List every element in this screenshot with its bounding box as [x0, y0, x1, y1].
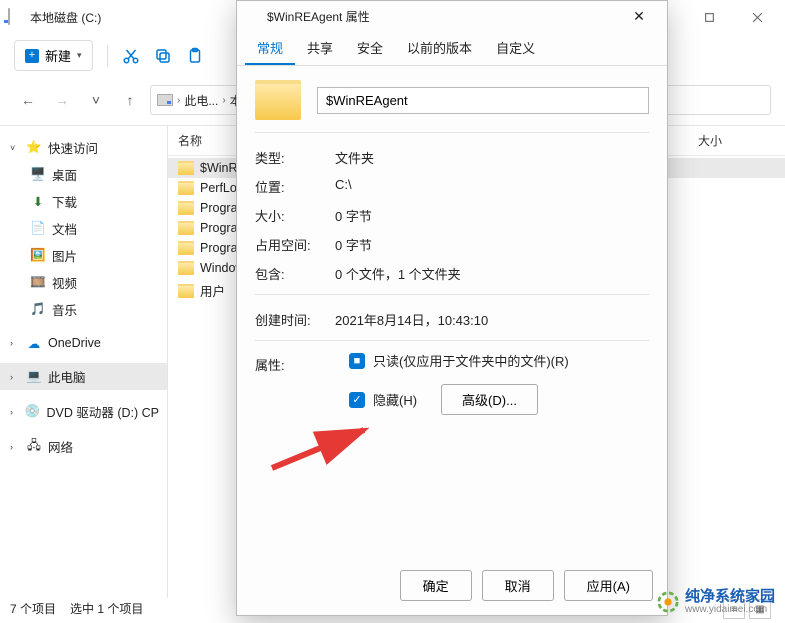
- properties-dialog: $WinREAgent 属性 ✕ 常规 共享 安全 以前的版本 自定义 类型:文…: [236, 0, 668, 616]
- folder-icon: [178, 181, 194, 195]
- col-size[interactable]: 大小: [698, 132, 768, 149]
- label-created: 创建时间:: [255, 310, 335, 329]
- folder-icon: [178, 221, 194, 235]
- value-location: C:\: [335, 177, 649, 196]
- folder-icon: [245, 8, 261, 24]
- watermark-title: 纯净系统家园: [685, 589, 775, 606]
- label-contains: 包含:: [255, 264, 335, 283]
- sidebar-item-onedrive[interactable]: ›☁OneDrive: [0, 331, 167, 355]
- cloud-icon: ☁: [26, 335, 42, 351]
- apply-button[interactable]: 应用(A): [564, 570, 653, 601]
- video-icon: 🎞️: [30, 275, 46, 291]
- advanced-button[interactable]: 高级(D)...: [441, 384, 538, 415]
- chevron-down-icon: ▾: [77, 50, 82, 61]
- value-contains: 0 个文件，1 个文件夹: [335, 264, 649, 283]
- label-type: 类型:: [255, 148, 335, 167]
- chevron-right-icon: ›: [177, 95, 180, 106]
- folder-icon: [178, 284, 194, 298]
- hidden-checkbox[interactable]: ✓: [349, 392, 365, 408]
- value-disk: 0 字节: [335, 235, 649, 254]
- up-arrow-button[interactable]: ↑: [116, 86, 144, 114]
- copy-icon[interactable]: [154, 47, 172, 65]
- maximize-button[interactable]: [689, 3, 729, 31]
- label-size: 大小:: [255, 206, 335, 225]
- new-label: 新建: [45, 46, 71, 65]
- readonly-label: 只读(仅应用于文件夹中的文件)(R): [373, 351, 569, 370]
- folder-name-input[interactable]: [317, 87, 649, 114]
- star-icon: ⭐: [26, 140, 42, 156]
- dialog-title: $WinREAgent 属性: [267, 8, 370, 25]
- tab-general[interactable]: 常规: [245, 31, 295, 65]
- forward-button[interactable]: →: [48, 86, 76, 114]
- tab-previous[interactable]: 以前的版本: [395, 31, 484, 65]
- folder-icon: [178, 261, 194, 275]
- network-icon: 🖧: [26, 439, 42, 455]
- drive-icon: [8, 9, 24, 25]
- up-button[interactable]: ˅: [82, 86, 110, 114]
- hidden-label: 隐藏(H): [373, 390, 417, 409]
- music-icon: 🎵: [30, 302, 46, 318]
- document-icon: 📄: [30, 221, 46, 237]
- watermark-icon: [657, 591, 679, 613]
- pc-icon: 💻: [26, 369, 42, 385]
- value-type: 文件夹: [335, 148, 649, 167]
- picture-icon: 🖼️: [30, 248, 46, 264]
- status-bar: 7 个项目 选中 1 个项目: [10, 600, 143, 617]
- tab-sharing[interactable]: 共享: [295, 31, 345, 65]
- label-disk: 占用空间:: [255, 235, 335, 254]
- plus-icon: +: [25, 49, 39, 63]
- separator: [107, 45, 108, 67]
- folder-icon: [255, 80, 301, 120]
- window-title: 本地磁盘 (C:): [30, 9, 101, 26]
- desktop-icon: 🖥️: [30, 167, 46, 183]
- selected-count: 选中 1 个项目: [70, 600, 143, 617]
- sidebar-item-pictures[interactable]: 🖼️图片: [0, 242, 167, 269]
- sidebar-item-downloads[interactable]: ⬇下载: [0, 188, 167, 215]
- readonly-checkbox[interactable]: ■: [349, 353, 365, 369]
- value-created: 2021年8月14日，10:43:10: [335, 310, 649, 329]
- cancel-button[interactable]: 取消: [482, 570, 554, 601]
- value-size: 0 字节: [335, 206, 649, 225]
- sidebar-item-videos[interactable]: 🎞️视频: [0, 269, 167, 296]
- chevron-right-icon: ›: [222, 95, 225, 106]
- folder-icon: [178, 161, 194, 175]
- label-location: 位置:: [255, 177, 335, 196]
- watermark-url: www.yidaimei.com: [685, 604, 775, 615]
- sidebar-item-dvd[interactable]: ›💿DVD 驱动器 (D:) CP: [0, 398, 167, 425]
- back-button[interactable]: ←: [14, 86, 42, 114]
- sidebar-item-documents[interactable]: 📄文档: [0, 215, 167, 242]
- dvd-icon: 💿: [25, 404, 41, 420]
- new-button[interactable]: + 新建 ▾: [14, 40, 93, 71]
- ok-button[interactable]: 确定: [400, 570, 472, 601]
- tabs: 常规 共享 安全 以前的版本 自定义: [237, 31, 667, 66]
- item-count: 7 个项目: [10, 600, 56, 617]
- drive-icon: [157, 94, 173, 106]
- download-icon: ⬇: [30, 194, 46, 210]
- sidebar-item-network[interactable]: ›🖧网络: [0, 433, 167, 460]
- dialog-footer: 确定 取消 应用(A): [237, 560, 667, 615]
- folder-icon: [178, 241, 194, 255]
- label-attributes: 属性:: [255, 351, 335, 374]
- close-button[interactable]: [737, 3, 777, 31]
- breadcrumb-seg[interactable]: 此电...: [184, 92, 218, 109]
- dialog-titlebar: $WinREAgent 属性 ✕: [237, 1, 667, 31]
- folder-icon: [178, 201, 194, 215]
- dialog-close-button[interactable]: ✕: [619, 2, 659, 30]
- watermark: 纯净系统家园 www.yidaimei.com: [657, 589, 775, 616]
- sidebar-item-quick[interactable]: ˅⭐快速访问: [0, 134, 167, 161]
- sidebar-item-thispc[interactable]: ›💻此电脑: [0, 363, 167, 390]
- paste-icon[interactable]: [186, 47, 204, 65]
- sidebar-item-desktop[interactable]: 🖥️桌面: [0, 161, 167, 188]
- cut-icon[interactable]: [122, 47, 140, 65]
- tab-security[interactable]: 安全: [345, 31, 395, 65]
- tab-custom[interactable]: 自定义: [484, 31, 547, 65]
- sidebar-item-music[interactable]: 🎵音乐: [0, 296, 167, 323]
- sidebar: ˅⭐快速访问 🖥️桌面 ⬇下载 📄文档 🖼️图片 🎞️视频 🎵音乐 ›☁OneD…: [0, 126, 168, 598]
